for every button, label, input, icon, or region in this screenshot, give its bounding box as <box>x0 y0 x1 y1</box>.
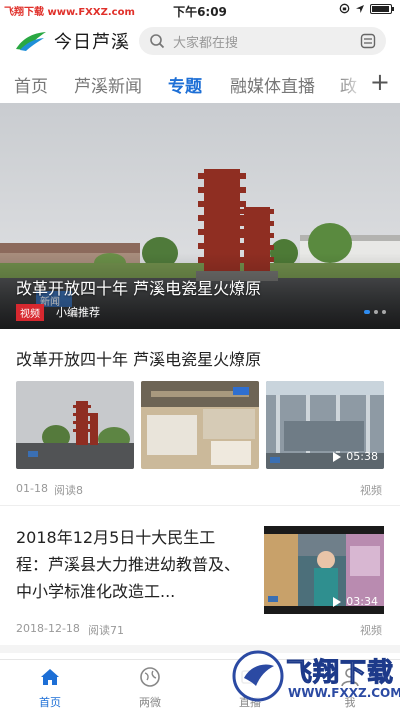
play-icon <box>333 451 342 462</box>
leaf-logo-icon <box>16 32 46 51</box>
tab-luxi-news[interactable]: 芦溪新闻 <box>74 72 142 97</box>
video-duration: 03:34 <box>346 595 378 608</box>
rotation-lock-icon <box>339 3 350 14</box>
category-tabs: 首页 芦溪新闻 专题 融媒体直播 政 + <box>0 64 400 102</box>
article-type: 视频 <box>360 484 382 497</box>
globe-icon <box>140 667 160 687</box>
carousel-dot[interactable] <box>364 310 370 314</box>
app-name: 今日芦溪 <box>54 32 130 53</box>
banner-subtitle: 小编推荐 <box>56 306 100 319</box>
article-type: 视频 <box>360 624 382 637</box>
nav-label: 两微 <box>139 696 161 709</box>
nav-label: 首页 <box>39 696 61 709</box>
article-reads: 阅读71 <box>88 624 124 637</box>
article-date: 2018-12-18 <box>16 622 80 635</box>
watermark-url: WWW.FXXZ.COM <box>288 686 400 700</box>
banner-carousel[interactable]: 新闻 改革开放四十年 芦溪电瓷星火燎原 视频 小编推荐 <box>0 103 400 329</box>
article-reads: 阅读8 <box>54 484 83 497</box>
home-icon <box>41 669 59 685</box>
status-bar: 飞翔下载 www.FXXZ.com 下午6:09 <box>0 0 400 20</box>
thumbnail-image <box>141 381 259 469</box>
article-thumbnail[interactable]: 03:34 <box>264 526 384 614</box>
article-thumbnail[interactable] <box>141 381 259 469</box>
video-tag: 视频 <box>16 304 44 321</box>
add-tab-button[interactable]: + <box>370 68 390 96</box>
app-logo[interactable]: 今日芦溪 <box>14 28 130 54</box>
tabs-fade <box>336 64 366 102</box>
article-title[interactable]: 改革开放四十年 芦溪电瓷星火燎原 <box>16 346 261 370</box>
video-duration: 05:38 <box>346 450 378 463</box>
carousel-dot[interactable] <box>374 310 378 314</box>
search-icon <box>150 34 165 49</box>
article-date: 01-18 <box>16 482 48 495</box>
status-icons <box>339 3 394 14</box>
tab-media-live[interactable]: 融媒体直播 <box>230 72 315 97</box>
carousel-dots <box>364 310 386 314</box>
divider <box>0 505 400 506</box>
thumbnail-image <box>16 381 134 469</box>
tab-special-topics[interactable]: 专题 <box>168 72 202 97</box>
article-thumbnail[interactable] <box>16 381 134 469</box>
search-placeholder: 大家都在搜 <box>173 35 239 51</box>
video-duration-badge: 05:38 <box>332 450 378 463</box>
article-thumbnail[interactable]: 05:38 <box>266 381 384 469</box>
watermark-logo-icon <box>232 650 284 702</box>
watermark: 飞翔下载 WWW.FXXZ.COM <box>230 648 400 706</box>
app-header: 今日芦溪 大家都在搜 <box>0 22 400 62</box>
scan-icon[interactable] <box>360 33 376 49</box>
nav-home[interactable]: 首页 <box>10 660 90 710</box>
watermark-text: 飞翔下载 <box>285 658 395 689</box>
nav-weibo-weixin[interactable]: 两微 <box>110 660 190 710</box>
play-icon <box>333 596 342 607</box>
battery-icon <box>370 3 394 14</box>
location-icon <box>356 4 364 13</box>
video-duration-badge: 03:34 <box>332 595 378 608</box>
carousel-dot[interactable] <box>382 310 386 314</box>
search-bar[interactable]: 大家都在搜 <box>139 27 386 55</box>
tab-home[interactable]: 首页 <box>14 72 48 97</box>
article-title[interactable]: 2018年12月5日十大民生工程：芦溪县大力推进幼教普及、中小学标准化改造工..… <box>16 524 244 605</box>
banner-title: 改革开放四十年 芦溪电瓷星火燎原 <box>16 279 262 298</box>
